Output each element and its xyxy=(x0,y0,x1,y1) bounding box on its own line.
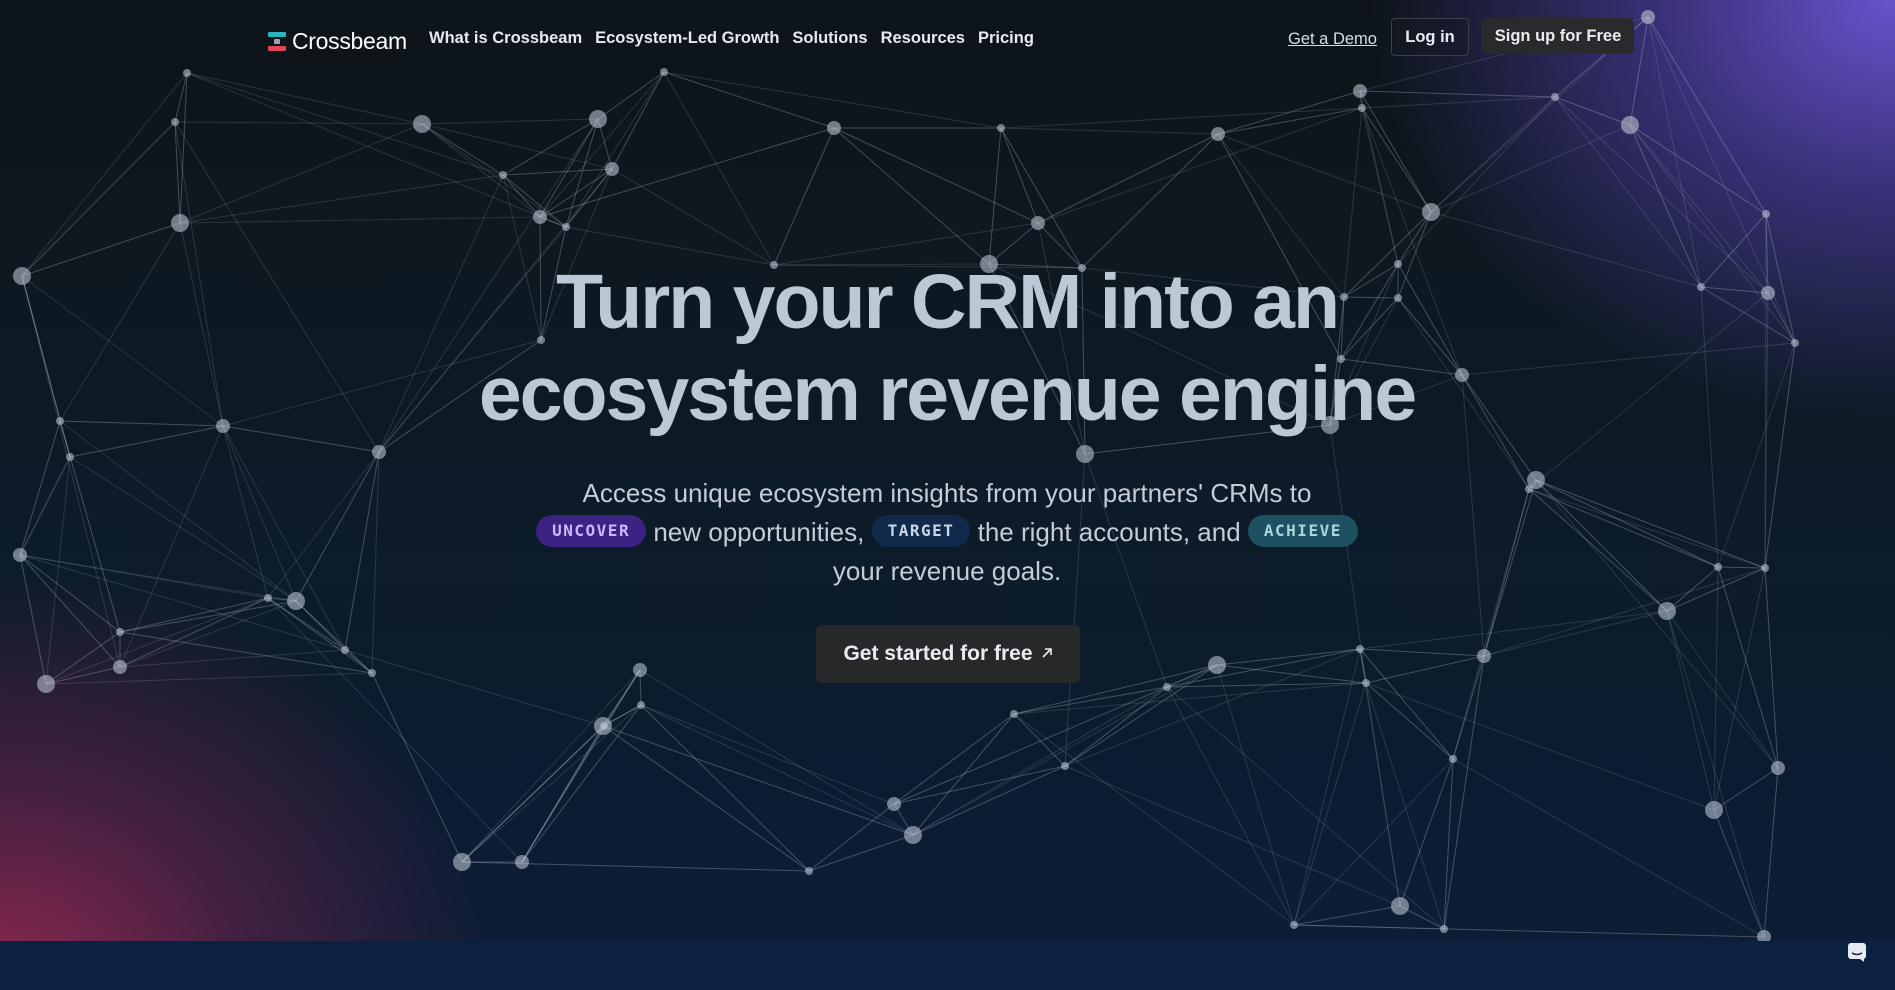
get-a-demo-link[interactable]: Get a Demo xyxy=(1288,30,1377,49)
headline-line-2: ecosystem revenue engine xyxy=(478,351,1417,437)
cta-label: Get started for free xyxy=(843,642,1033,665)
nav-link-solutions[interactable]: Solutions xyxy=(792,29,867,48)
network-background xyxy=(13,10,1799,941)
nav-link-pricing[interactable]: Pricing xyxy=(978,29,1034,48)
nav-link-what-is-crossbeam[interactable]: What is Crossbeam xyxy=(429,29,582,48)
sub-line-3: your revenue goals. xyxy=(832,556,1062,586)
hero-headline: Turn your CRM into an ecosystem revenue … xyxy=(447,256,1447,440)
sub-line-1: Access unique ecosystem insights from yo… xyxy=(582,478,1312,508)
uncover-pill: UNCOVER xyxy=(536,515,647,548)
log-in-button[interactable]: Log in xyxy=(1391,18,1469,56)
nav-link-ecosystem-led-growth[interactable]: Ecosystem-Led Growth xyxy=(595,29,779,48)
sub-text-2: new opportunities, xyxy=(653,517,865,547)
get-started-button[interactable]: Get started for free xyxy=(816,625,1080,683)
hero-section xyxy=(0,0,1895,941)
sign-up-button[interactable]: Sign up for Free xyxy=(1482,18,1634,54)
headline-line-1: Turn your CRM into an xyxy=(555,259,1340,345)
sub-text-3: the right accounts, and xyxy=(977,517,1241,547)
nav-link-resources[interactable]: Resources xyxy=(881,29,965,48)
sub-line-2: UNCOVER new opportunities, TARGET the ri… xyxy=(497,513,1397,552)
top-navigation: Crossbeam What is Crossbeam Ecosystem-Le… xyxy=(0,0,1895,80)
achieve-pill: ACHIEVE xyxy=(1247,515,1358,548)
chat-icon[interactable] xyxy=(1839,934,1875,970)
logo-text: Crossbeam xyxy=(292,27,407,54)
crossbeam-logo-mark-icon xyxy=(268,30,286,52)
crossbeam-logo[interactable]: Crossbeam xyxy=(268,26,407,56)
nav-links: What is Crossbeam Ecosystem-Led Growth S… xyxy=(429,29,1034,48)
hero-subheading: Access unique ecosystem insights from yo… xyxy=(497,474,1397,591)
next-section-band xyxy=(0,941,1895,990)
target-pill: TARGET xyxy=(871,515,971,548)
arrow-up-right-icon xyxy=(1041,646,1053,662)
